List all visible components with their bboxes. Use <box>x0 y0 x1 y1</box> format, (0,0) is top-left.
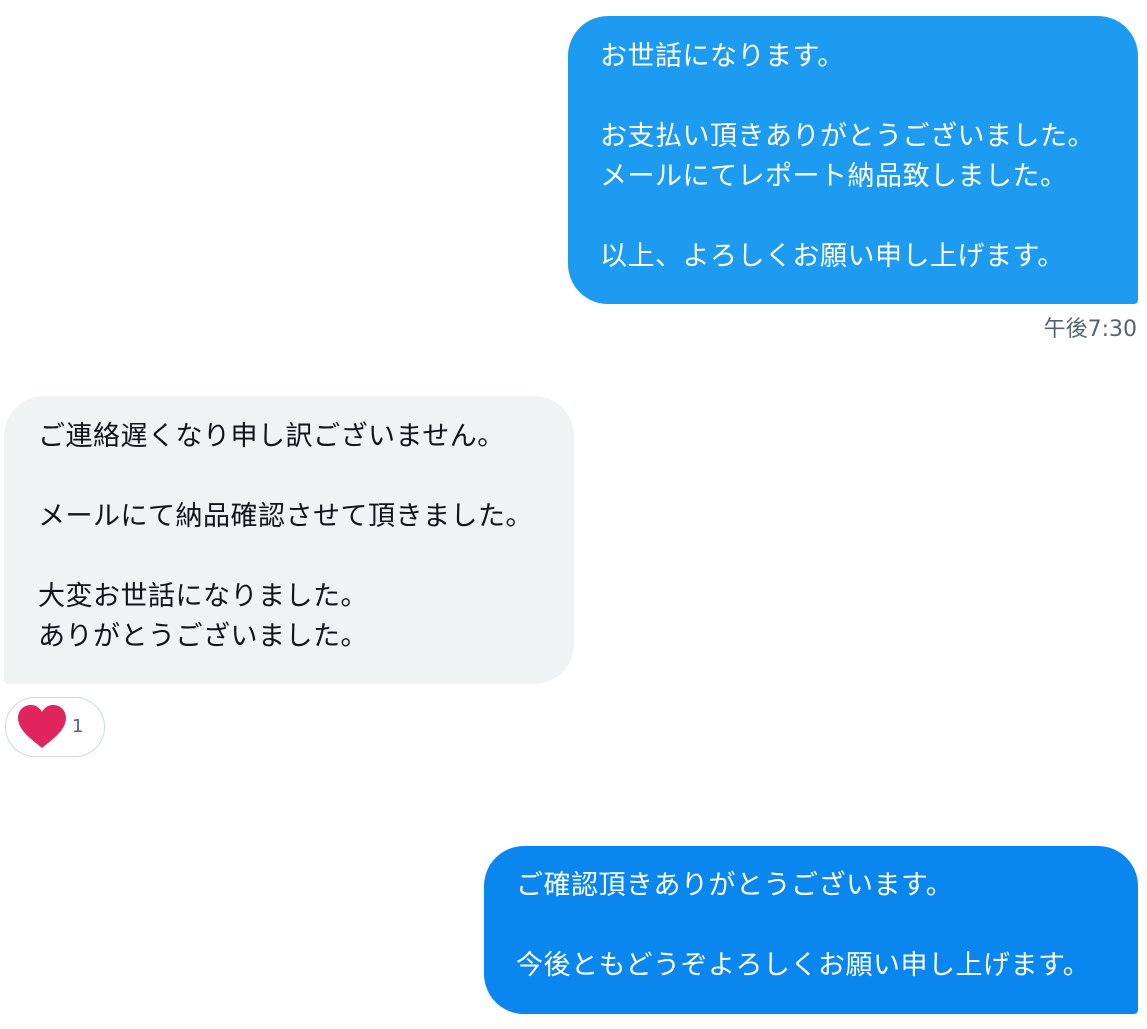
message-line: お世話になります。 <box>600 41 845 72</box>
message-line: メールにてレポート納品致しました。 <box>600 161 1068 192</box>
message-line: 大変お世話になりました。 <box>38 581 368 612</box>
message-line: 今後ともどうぞよろしくお願い申し上げます。 <box>516 950 1091 981</box>
message-line: ご連絡遅くなり申し訳ございません。 <box>38 421 505 452</box>
message-line: お支払い頂きありがとうございました。 <box>600 121 1095 152</box>
sent-message-bubble[interactable]: お世話になります。 お支払い頂きありがとうございました。 メールにてレポート納品… <box>568 16 1138 304</box>
received-message-bubble[interactable]: ご連絡遅くなり申し訳ございません。 メールにて納品確認させて頂きました。 大変お… <box>4 396 574 684</box>
message-line: ご確認頂きありがとうございます。 <box>516 870 954 901</box>
message-timestamp: 午後7:30 <box>1043 317 1137 342</box>
reaction-button[interactable]: 1 <box>5 697 105 757</box>
heart-icon <box>18 705 66 748</box>
message-line: メールにて納品確認させて頂きました。 <box>38 501 533 532</box>
sent-message-bubble[interactable]: ご確認頂きありがとうございます。 今後ともどうぞよろしくお願い申し上げます。 <box>484 846 1138 1014</box>
message-line: 以上、よろしくお願い申し上げます。 <box>600 241 1065 272</box>
reaction-count: 1 <box>72 716 84 737</box>
message-line: ありがとうございました。 <box>38 621 368 652</box>
